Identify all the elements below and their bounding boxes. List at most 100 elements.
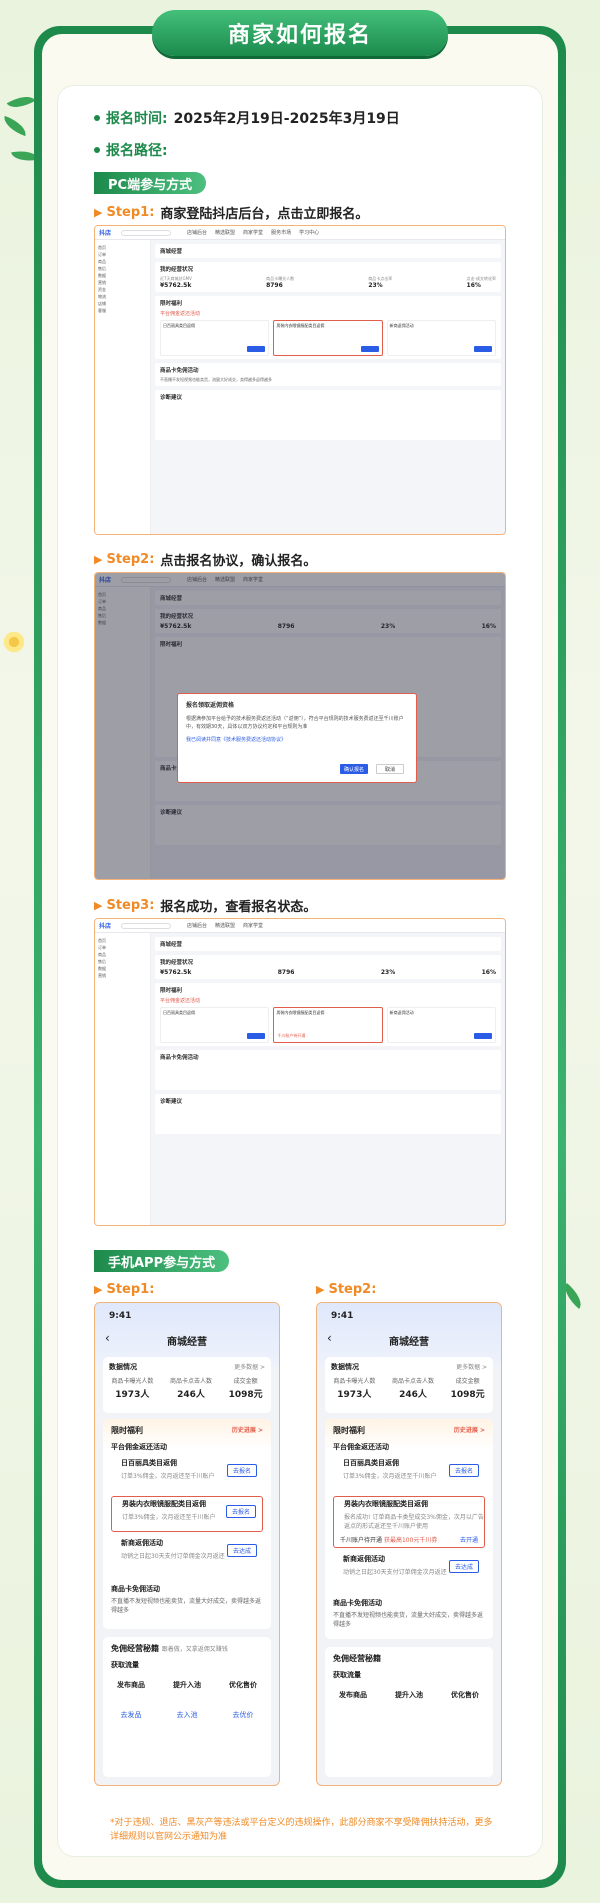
arrow-icon: ▶: [94, 553, 103, 566]
activity-card: 日百丽具类目返佣: [160, 320, 270, 356]
pc-step2: ▶ Step2: 点击报名协议，确认报名。: [94, 550, 316, 569]
activity-item-highlighted: 男装内衣眼镜服配类目返佣 订单3%佣金，次月返还至千川账户 去报名: [111, 1496, 263, 1532]
top-menu-item[interactable]: 精选联盟: [215, 229, 235, 236]
sidebar-item[interactable]: 数据: [98, 272, 147, 279]
step-number: Step3:: [106, 898, 155, 913]
benefit-panel: 限时福利 平台佣金返还活动 日百丽具类目返佣 男装内衣眼镜服配类目返佣 新商返佣…: [155, 296, 501, 359]
top-menu-item[interactable]: 店铺后台: [187, 229, 207, 236]
signup-time-value: 2025年2月19日-2025年3月19日: [173, 111, 400, 127]
benefit-card: 限时福利 历史进展 > 平台佣金返还活动 日百丽具类目返佣 订单3%佣金，次月返还至…: [325, 1419, 493, 1639]
signup-button[interactable]: 去报名: [227, 1464, 257, 1477]
search-input[interactable]: [121, 229, 172, 236]
signup-modal: 报名领取返佣资格 根据满参加平台给予的技术服务费返还活动（“返佣”），符合平台规…: [177, 693, 417, 783]
stat: 近7天商城总GMV ¥5762.5k: [160, 276, 192, 289]
dashboard-topbar: 抖店 店铺后台 精选联盟 商家学堂: [95, 919, 505, 933]
dashboard-main: 商城经营 我的经营状况 近7天商城总GMV ¥5762.5k 商品卡曝光人数 879…: [155, 244, 501, 532]
agreement-link[interactable]: 我已阅读并同意《技术服务费返还活动协议》: [186, 736, 408, 743]
arrow-icon: ▶: [94, 206, 103, 219]
dashboard-main: 商城经营 我的经营状况 ¥5762.5k 8796 23% 16% 限时福利 平台佣金…: [155, 937, 501, 1223]
pc-step1: ▶ Step1: 商家登陆抖店后台，点击立即报名。: [94, 203, 368, 222]
cancel-button[interactable]: 取消: [376, 764, 404, 774]
signup-time-label: 报名时间:: [106, 111, 168, 127]
phone-step1: 9:41 ‹ 商城经营 数据情况 更多数据 > 商品卡曝光人数 1973人 商品卡点…: [94, 1302, 280, 1786]
step-number: Step1:: [106, 205, 155, 220]
status-time: 9:41: [109, 1311, 132, 1321]
pc-step1-screenshot: 抖店 店铺后台 精选联盟 商家学堂 服务市场 学习中心 首页 订单 商品 售后 …: [94, 225, 506, 535]
doudian-logo: 抖店: [99, 230, 112, 237]
search-input[interactable]: [121, 922, 172, 929]
signup-path-row: 报名路径:: [94, 140, 168, 160]
pc-step3-screenshot: 抖店 店铺后台 精选联盟 商家学堂 首页 订单 商品 售后 数据 营销 商城经营 我的经营…: [94, 918, 506, 1226]
phone-step2: 9:41 ‹ 商城经营 数据情况 更多数据 > 商品卡曝光人数 1973人 商品卡点…: [316, 1302, 502, 1786]
sidebar-item[interactable]: 首页: [98, 244, 147, 251]
modal-body: 根据满参加平台给予的技术服务费返还活动（“返佣”），符合平台规则的技术服务费返还…: [186, 716, 404, 730]
step-text: 点击报名协议，确认报名。: [160, 554, 317, 569]
sidebar-item[interactable]: 资金: [98, 286, 147, 293]
stat: 商品卡曝光人数 1973人: [111, 1378, 154, 1400]
signup-button[interactable]: [473, 346, 492, 352]
achieve-button[interactable]: 去达成: [227, 1544, 257, 1557]
footer-note: *对于违规、退店、黑灰产等违法或平台定义的违规操作，此部分商家不享受降佣扶持活动…: [110, 1818, 493, 1842]
signup-button[interactable]: 去报名: [226, 1505, 256, 1518]
open-link[interactable]: 去开通: [460, 1535, 478, 1544]
app-section-tab: 手机APP参与方式: [94, 1250, 230, 1272]
signup-time-row: 报名时间: 2025年2月19日-2025年3月19日: [94, 108, 400, 128]
signup-button[interactable]: [247, 346, 266, 352]
activity-item: 新商返佣活动 动销之日起30天支付订单佣金次月返还 去达成: [111, 1536, 263, 1572]
activity-item: 日百丽具类目返佣 订单3%佣金，次月返还至千川账户 去报名: [111, 1456, 263, 1492]
pc-step3: ▶ Step3: 报名成功，查看报名状态。: [94, 896, 316, 915]
benefit-title: 限时福利: [160, 301, 183, 307]
app-step2: ▶ Step2:: [316, 1282, 382, 1297]
bullet-icon: [94, 147, 100, 153]
status-text: 千川账户待开通: [277, 1033, 306, 1038]
activity-title: 平台佣金返还活动: [160, 311, 201, 317]
page-title-banner: 商家如何报名: [152, 10, 448, 56]
arrow-icon: ▶: [94, 1283, 103, 1296]
top-menu-item[interactable]: 学习中心: [299, 229, 319, 236]
activity-card: 新商返佣活动: [386, 320, 496, 356]
top-menu-item[interactable]: 商家学堂: [243, 229, 263, 236]
signup-path-label: 报名路径:: [106, 143, 168, 159]
activity-card-highlighted: 男装内衣眼镜服配类目返佣: [273, 320, 383, 356]
flower-decoration: [2, 630, 26, 654]
benefit-card: 限时福利 历史进展 > 平台佣金返还活动 日百丽具类目返佣 订单3%佣金，次月返还至…: [103, 1419, 271, 1629]
status-text: 千川账户待开通: [340, 1537, 383, 1544]
dashboard-sidebar: 首页 订单 商品 售后 数据 营销 资金 物流 店铺 客服: [95, 240, 151, 534]
step-text: 商家登陆抖店后台，点击立即报名。: [160, 207, 369, 222]
page-header-panel: 商城经营: [155, 244, 501, 258]
app-step1: ▶ Step1:: [94, 1282, 160, 1297]
pc-step2-screenshot: 抖店 店铺后台 精选联盟 商家学堂 首页 订单 商品 售后 数据 商城经营 我的经营状况…: [94, 572, 506, 880]
dashboard-title: 商城经营: [160, 249, 183, 255]
dashboard-topbar: 抖店 店铺后台 精选联盟 商家学堂 服务市场 学习中心: [95, 226, 505, 240]
stat: 商品卡曝光人数 8796: [266, 276, 295, 289]
sidebar-item[interactable]: 售后: [98, 265, 147, 272]
step-number: Step2:: [328, 1282, 377, 1297]
sidebar-item[interactable]: 店铺: [98, 300, 147, 307]
data-card: 数据情况 更多数据 > 商品卡曝光人数 1973人 商品卡点击人数 246人 成交金额…: [325, 1357, 493, 1413]
diag-panel: 诊断建议: [155, 390, 501, 440]
arrow-icon: ▶: [94, 899, 103, 912]
arrow-icon: ▶: [316, 1283, 325, 1296]
sidebar-item[interactable]: 营销: [98, 279, 147, 286]
step-text: 报名成功，查看报名状态。: [160, 900, 317, 915]
top-menu-item[interactable]: 服务市场: [271, 229, 291, 236]
data-card: 数据情况 更多数据 > 商品卡曝光人数 1973人 商品卡点击人数 246人 成交金额…: [103, 1357, 271, 1413]
phone-title: 商城经营: [167, 1337, 207, 1348]
step-number: Step2:: [106, 552, 155, 567]
sidebar-item[interactable]: 订单: [98, 251, 147, 258]
free-panel: 商品卡免佣活动 不直播不发短视频也能卖货，流量大好成交，卖得越多返得越多: [155, 363, 501, 386]
sidebar-item[interactable]: 商品: [98, 258, 147, 265]
page-title: 商家如何报名: [227, 23, 372, 48]
stat: 点击-成交转化率 16%: [466, 276, 496, 289]
overview-panel: 我的经营状况 近7天商城总GMV ¥5762.5k 商品卡曝光人数 8796 商品卡…: [155, 262, 501, 292]
signup-button[interactable]: [360, 346, 379, 352]
bullet-icon: [94, 115, 100, 121]
secret-card: 免佣经营秘籍 获取流量 发布商品 提升入池 优化售价: [325, 1647, 493, 1777]
dashboard-sidebar: 首页 订单 商品 售后 数据 营销: [95, 933, 151, 1225]
sidebar-item[interactable]: 客服: [98, 307, 147, 314]
confirm-signup-button[interactable]: 确认报名: [340, 764, 368, 774]
sidebar-item[interactable]: 物流: [98, 293, 147, 300]
overview-title: 我的经营状况: [160, 267, 194, 273]
modal-title: 报名领取返佣资格: [186, 702, 235, 709]
activity-card-highlighted: 男装内衣眼镜服配类目返佣 千川账户待开通: [273, 1007, 383, 1043]
